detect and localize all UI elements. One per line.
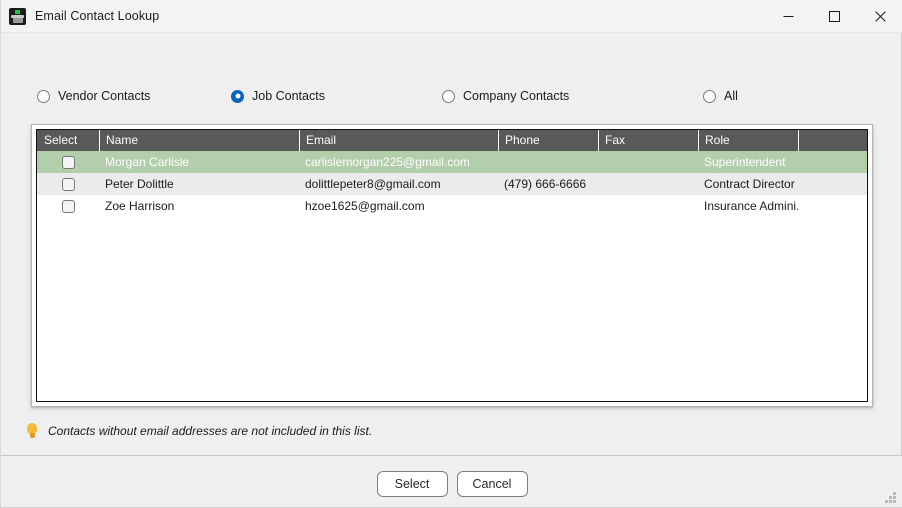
column-header-fax[interactable]: Fax bbox=[598, 130, 698, 151]
cell-fax bbox=[598, 173, 698, 195]
radio-label: Company Contacts bbox=[463, 89, 570, 103]
column-header-select[interactable]: Select bbox=[37, 130, 99, 151]
minimize-icon[interactable] bbox=[765, 0, 811, 32]
window-title: Email Contact Lookup bbox=[35, 9, 160, 23]
app-logo-icon bbox=[9, 7, 26, 25]
radio-all[interactable]: All bbox=[703, 84, 738, 108]
cell-name: Peter Dolittle bbox=[105, 177, 174, 191]
radio-vendor-contacts[interactable]: Vendor Contacts bbox=[37, 84, 150, 108]
table-row[interactable]: Zoe Harrison hzoe1625@gmail.com Insurance … bbox=[37, 195, 867, 217]
radio-mark-icon bbox=[442, 89, 455, 103]
footer-bar: Select Cancel bbox=[1, 456, 902, 507]
radio-mark-icon bbox=[231, 89, 244, 103]
cell-email: dolittlepeter8@gmail.com bbox=[305, 177, 441, 191]
radio-label: Job Contacts bbox=[252, 89, 325, 103]
close-icon[interactable] bbox=[857, 0, 902, 32]
column-header-role[interactable]: Role bbox=[698, 130, 798, 151]
title-bar: Email Contact Lookup bbox=[1, 0, 902, 33]
column-header-phone[interactable]: Phone bbox=[498, 130, 598, 151]
cell-spacer bbox=[798, 151, 867, 173]
grid-header-row: Select Name Email Phone Fax Role bbox=[37, 130, 867, 151]
cell-role: Contract Director bbox=[704, 177, 795, 191]
cell-phone: (479) 666-6666 bbox=[504, 177, 587, 191]
cell-email: carlislemorgan225@gmail.com bbox=[305, 155, 470, 169]
row-select-cell[interactable] bbox=[37, 173, 99, 195]
row-select-cell[interactable] bbox=[37, 195, 99, 217]
hint-text: Contacts without email addresses are not… bbox=[48, 424, 373, 438]
cell-phone bbox=[498, 151, 598, 173]
cell-role: Superintendent bbox=[704, 155, 786, 169]
cell-name: Zoe Harrison bbox=[105, 199, 175, 213]
hint-message: Contacts without email addresses are not… bbox=[25, 421, 372, 441]
row-checkbox[interactable] bbox=[61, 177, 75, 191]
window-controls bbox=[765, 0, 902, 32]
row-checkbox[interactable] bbox=[61, 199, 75, 213]
radio-mark-icon bbox=[703, 89, 716, 103]
column-header-email[interactable]: Email bbox=[299, 130, 498, 151]
row-checkbox[interactable] bbox=[61, 155, 75, 169]
app-window: Email Contact Lookup Vendor Contacts Job… bbox=[0, 0, 902, 508]
cell-name: Morgan Carlisle bbox=[105, 155, 190, 169]
contacts-grid: Select Name Email Phone Fax Role Morgan Carli… bbox=[36, 129, 868, 402]
column-header-name[interactable]: Name bbox=[99, 130, 299, 151]
radio-label: Vendor Contacts bbox=[58, 89, 151, 103]
contact-type-radio-group: Vendor Contacts Job Contacts Company Con… bbox=[1, 84, 902, 108]
select-button[interactable]: Select bbox=[376, 471, 448, 497]
resize-grip[interactable] bbox=[885, 492, 897, 504]
lightbulb-icon bbox=[25, 423, 39, 439]
radio-mark-icon bbox=[37, 89, 50, 103]
cell-spacer bbox=[798, 195, 867, 217]
radio-job-contacts[interactable]: Job Contacts bbox=[231, 84, 325, 108]
footer-buttons: Select Cancel bbox=[1, 471, 902, 497]
radio-company-contacts[interactable]: Company Contacts bbox=[442, 84, 569, 108]
cell-fax bbox=[598, 151, 698, 173]
row-select-cell[interactable] bbox=[37, 151, 99, 173]
table-row[interactable]: Morgan Carlisle carlislemorgan225@gmail.c… bbox=[37, 151, 867, 173]
table-row[interactable]: Peter Dolittle dolittlepeter8@gmail.com (4… bbox=[37, 173, 867, 195]
cell-spacer bbox=[798, 173, 867, 195]
cell-email: hzoe1625@gmail.com bbox=[305, 199, 425, 213]
cell-role: Insurance Admini... bbox=[704, 199, 798, 213]
cell-phone bbox=[498, 195, 598, 217]
grid-body: Morgan Carlisle carlislemorgan225@gmail.c… bbox=[37, 151, 867, 217]
cancel-button[interactable]: Cancel bbox=[456, 471, 528, 497]
cell-fax bbox=[598, 195, 698, 217]
radio-label: All bbox=[724, 89, 738, 103]
column-header-spacer[interactable] bbox=[798, 130, 867, 151]
contacts-grid-panel: Select Name Email Phone Fax Role Morgan Carli… bbox=[31, 124, 873, 407]
maximize-icon[interactable] bbox=[811, 0, 857, 32]
